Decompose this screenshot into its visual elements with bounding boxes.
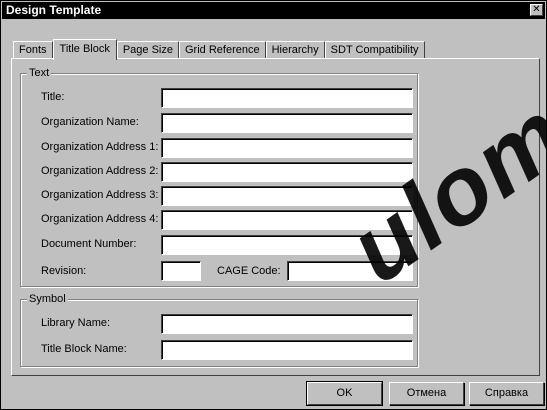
revision-label: Revision:	[41, 265, 87, 277]
title-block-name-label: Title Block Name:	[41, 343, 127, 355]
title-field[interactable]	[161, 88, 413, 108]
library-name-field[interactable]	[161, 314, 413, 334]
cage-code-label: CAGE Code:	[217, 265, 281, 277]
title-bar: Design Template ✕	[2, 2, 545, 19]
window-title: Design Template	[6, 3, 102, 17]
symbol-group-legend: Symbol	[27, 292, 68, 306]
design-template-dialog: Design Template ✕ Fonts Title Block Page…	[0, 0, 547, 410]
symbol-group: Symbol Library Name: Title Block Name:	[20, 292, 418, 367]
close-icon[interactable]: ✕	[530, 4, 543, 16]
text-group: Text Title: Organization Name: Organizat…	[20, 66, 418, 287]
organization-address-3-label: Organization Address 3:	[41, 189, 159, 201]
help-button[interactable]: Справка	[469, 382, 544, 405]
organization-address-2-label: Organization Address 2:	[41, 165, 159, 177]
tab-fonts[interactable]: Fonts	[13, 41, 53, 59]
document-number-field[interactable]	[161, 235, 413, 255]
tab-title-block[interactable]: Title Block	[52, 39, 117, 60]
organization-address-4-label: Organization Address 4:	[41, 213, 159, 225]
organization-address-4-field[interactable]	[161, 210, 413, 230]
cancel-button[interactable]: Отмена	[389, 382, 464, 405]
text-group-legend: Text	[27, 66, 52, 80]
organization-name-field[interactable]	[161, 113, 413, 133]
organization-address-2-field[interactable]	[161, 162, 413, 182]
title-label: Title:	[41, 91, 65, 103]
library-name-label: Library Name:	[41, 317, 111, 329]
tab-page-size[interactable]: Page Size	[116, 41, 179, 59]
tab-hierarchy[interactable]: Hierarchy	[265, 41, 325, 59]
organization-address-1-label: Organization Address 1:	[41, 141, 159, 153]
revision-field[interactable]	[161, 261, 201, 281]
title-block-panel: Text Title: Organization Name: Organizat…	[11, 58, 540, 376]
organization-address-3-field[interactable]	[161, 186, 413, 206]
document-number-label: Document Number:	[41, 238, 137, 250]
organization-name-label: Organization Name:	[41, 116, 139, 128]
tab-sdt-compatibility[interactable]: SDT Compatibility	[324, 41, 425, 59]
tab-grid-reference[interactable]: Grid Reference	[179, 41, 266, 59]
cage-code-field[interactable]	[287, 261, 413, 281]
title-block-name-field[interactable]	[161, 340, 413, 360]
ok-button[interactable]: OK	[306, 381, 383, 406]
organization-address-1-field[interactable]	[161, 138, 413, 158]
tab-strip: Fonts Title Block Page Size Grid Referen…	[13, 39, 425, 60]
